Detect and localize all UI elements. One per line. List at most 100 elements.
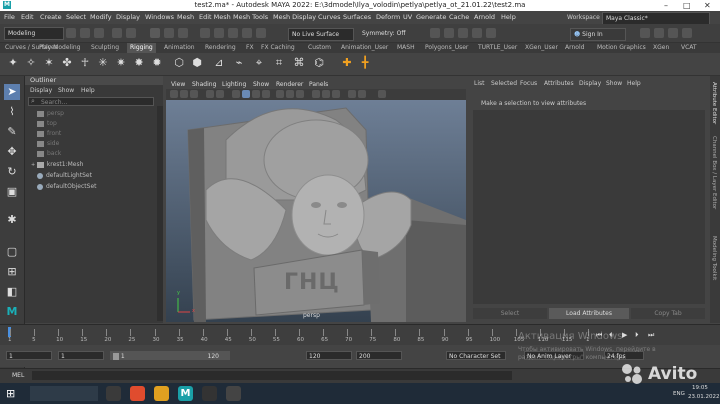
maximize-icon[interactable]: □ xyxy=(683,1,691,10)
new-scene-icon[interactable] xyxy=(66,28,76,38)
minimize-icon[interactable]: – xyxy=(664,1,668,10)
side-tab-channel-box[interactable]: Channel Box / Layer Editor xyxy=(711,136,717,209)
shelf-tab-animation[interactable]: Animation xyxy=(161,43,198,53)
menu-cache[interactable]: Cache xyxy=(449,13,469,21)
menu-modify[interactable]: Modify xyxy=(90,13,112,21)
shelf-tab-fx-caching[interactable]: FX Caching xyxy=(258,43,298,53)
move-tool-icon[interactable]: ✥ xyxy=(4,144,20,160)
mel-label[interactable]: MEL xyxy=(12,372,24,379)
undo-icon[interactable] xyxy=(112,28,122,38)
animation-start-field[interactable]: 1 xyxy=(6,351,52,360)
aim-constraint-icon[interactable]: ⌘ xyxy=(292,56,306,70)
single-view-icon[interactable]: ▢ xyxy=(4,244,20,260)
chrome-icon[interactable] xyxy=(154,386,169,401)
shelf-tab-rigging[interactable]: Rigging xyxy=(127,43,156,53)
toggle-modeling-toolkit-icon[interactable] xyxy=(640,28,650,38)
antialiasing-icon[interactable] xyxy=(296,90,304,98)
media-icon[interactable] xyxy=(226,386,241,401)
smooth-bind-icon[interactable]: ✹ xyxy=(150,56,164,70)
maya-taskbar-icon[interactable]: M xyxy=(178,386,193,401)
menu-create[interactable]: Create xyxy=(40,13,62,21)
pole-vector-icon[interactable]: ⌬ xyxy=(312,56,326,70)
live-surface-field[interactable]: No Live Surface xyxy=(288,28,354,41)
snap-surface-icon[interactable] xyxy=(242,28,252,38)
shelf-tab-xgen-user[interactable]: XGen_User xyxy=(522,43,561,53)
side-tab-modeling-toolkit[interactable]: Modeling Toolkit xyxy=(711,236,717,280)
shelf-tab-turtle-user[interactable]: TURTLE_User xyxy=(475,43,520,53)
shelf-tab-motion-graphics[interactable]: Motion Graphics xyxy=(594,43,649,53)
menu-uv[interactable]: UV xyxy=(403,13,412,21)
playback-start-field[interactable]: 1 xyxy=(58,351,104,360)
render-view-icon[interactable] xyxy=(486,28,496,38)
menu-help[interactable]: Help xyxy=(501,13,516,21)
xray-icon[interactable] xyxy=(322,90,330,98)
menu-generate[interactable]: Generate xyxy=(416,13,446,21)
ae-menu-help[interactable]: Help xyxy=(627,80,641,87)
animation-end-field[interactable]: 200 xyxy=(356,351,402,360)
select-tool-icon[interactable]: ➤ xyxy=(4,84,20,100)
shadows-icon[interactable] xyxy=(276,90,284,98)
viewport-menu-renderer[interactable]: Renderer xyxy=(276,81,303,88)
viewport-menu-shading[interactable]: Shading xyxy=(192,81,216,88)
orient-constraint-icon[interactable]: ⌖ xyxy=(252,56,266,70)
ae-load-attributes-button[interactable]: Load Attributes xyxy=(549,308,629,319)
parent-constraint-icon[interactable]: ⊿ xyxy=(212,56,226,70)
menu-edit[interactable]: Edit xyxy=(21,13,34,21)
shelf-tab-arnold[interactable]: Arnold xyxy=(562,43,587,53)
ae-select-button[interactable]: Select xyxy=(473,308,547,319)
last-tool-icon[interactable]: ✱ xyxy=(4,212,20,228)
range-bar[interactable]: 1 120 xyxy=(110,351,230,360)
menu-windows[interactable]: Windows xyxy=(145,13,174,21)
paint-weights-icon[interactable]: ✸ xyxy=(132,56,146,70)
ik-spline-icon[interactable]: ✶ xyxy=(42,56,56,70)
outliner-item-back[interactable]: back xyxy=(37,149,61,158)
menu-mesh-tools[interactable]: Mesh Tools xyxy=(233,13,268,21)
outliner-menu-show[interactable]: Show xyxy=(58,87,74,94)
menuset-dropdown[interactable]: Modeling xyxy=(4,27,64,40)
menu-edit-mesh[interactable]: Edit Mesh xyxy=(199,13,231,21)
close-icon[interactable]: ✕ xyxy=(704,1,711,10)
human-ik-icon[interactable]: ☥ xyxy=(78,56,92,70)
menu-select[interactable]: Select xyxy=(66,13,86,21)
color-management-icon[interactable] xyxy=(378,90,386,98)
viewport-menu-show[interactable]: Show xyxy=(253,81,269,88)
menu-display[interactable]: Display xyxy=(116,13,140,21)
snap-grid-icon[interactable] xyxy=(200,28,210,38)
point-constraint-icon[interactable]: ⌁ xyxy=(232,56,246,70)
select-object-icon[interactable] xyxy=(164,28,174,38)
character-set-dropdown[interactable]: No Character Set xyxy=(446,351,506,360)
scale-tool-icon[interactable]: ▣ xyxy=(4,184,20,200)
render-frame-icon[interactable] xyxy=(430,28,440,38)
mel-input[interactable] xyxy=(32,371,512,380)
input-language[interactable]: ENG xyxy=(673,391,685,397)
exposure-icon[interactable] xyxy=(348,90,356,98)
shelf-tab-fx[interactable]: FX xyxy=(243,43,257,53)
open-scene-icon[interactable] xyxy=(80,28,90,38)
menu-mesh-display[interactable]: Mesh Display xyxy=(273,13,316,21)
lattice-icon[interactable]: ⬡ xyxy=(172,56,186,70)
menu-mesh[interactable]: Mesh xyxy=(177,13,194,21)
snap-point-icon[interactable] xyxy=(228,28,238,38)
shelf-tab-xgen[interactable]: XGen xyxy=(650,43,672,53)
viewport-menu-lighting[interactable]: Lighting xyxy=(222,81,246,88)
playback-end-field[interactable]: 120 xyxy=(306,351,352,360)
shelf-tab-sculpting[interactable]: Sculpting xyxy=(88,43,122,53)
menu-surfaces[interactable]: Surfaces xyxy=(343,13,371,21)
menu-file[interactable]: File xyxy=(4,13,15,21)
insert-joint-icon[interactable]: ✤ xyxy=(60,56,74,70)
snap-curve-icon[interactable] xyxy=(214,28,224,38)
shelf-tab-poly-modeling[interactable]: Poly Modeling xyxy=(36,43,84,53)
symmetry-dropdown[interactable]: Symmetry: Off xyxy=(362,30,405,37)
play-forward-icon[interactable]: ▶ xyxy=(622,331,627,339)
toggle-channel-box-icon[interactable] xyxy=(682,28,692,38)
ae-menu-focus[interactable]: Focus xyxy=(520,80,537,87)
gamma-icon[interactable] xyxy=(358,90,366,98)
clock-time[interactable]: 19:05 xyxy=(692,385,708,391)
film-gate-icon[interactable] xyxy=(216,90,224,98)
app-icon-1[interactable] xyxy=(130,386,145,401)
rotate-tool-icon[interactable]: ↻ xyxy=(4,164,20,180)
outliner-item-krest-mesh[interactable]: + krest1:Mesh xyxy=(31,160,83,169)
sign-in-button[interactable]: ☻ Sign In xyxy=(570,28,626,41)
ae-copy-tab-button[interactable]: Copy Tab xyxy=(631,308,705,319)
select-component-icon[interactable] xyxy=(178,28,188,38)
